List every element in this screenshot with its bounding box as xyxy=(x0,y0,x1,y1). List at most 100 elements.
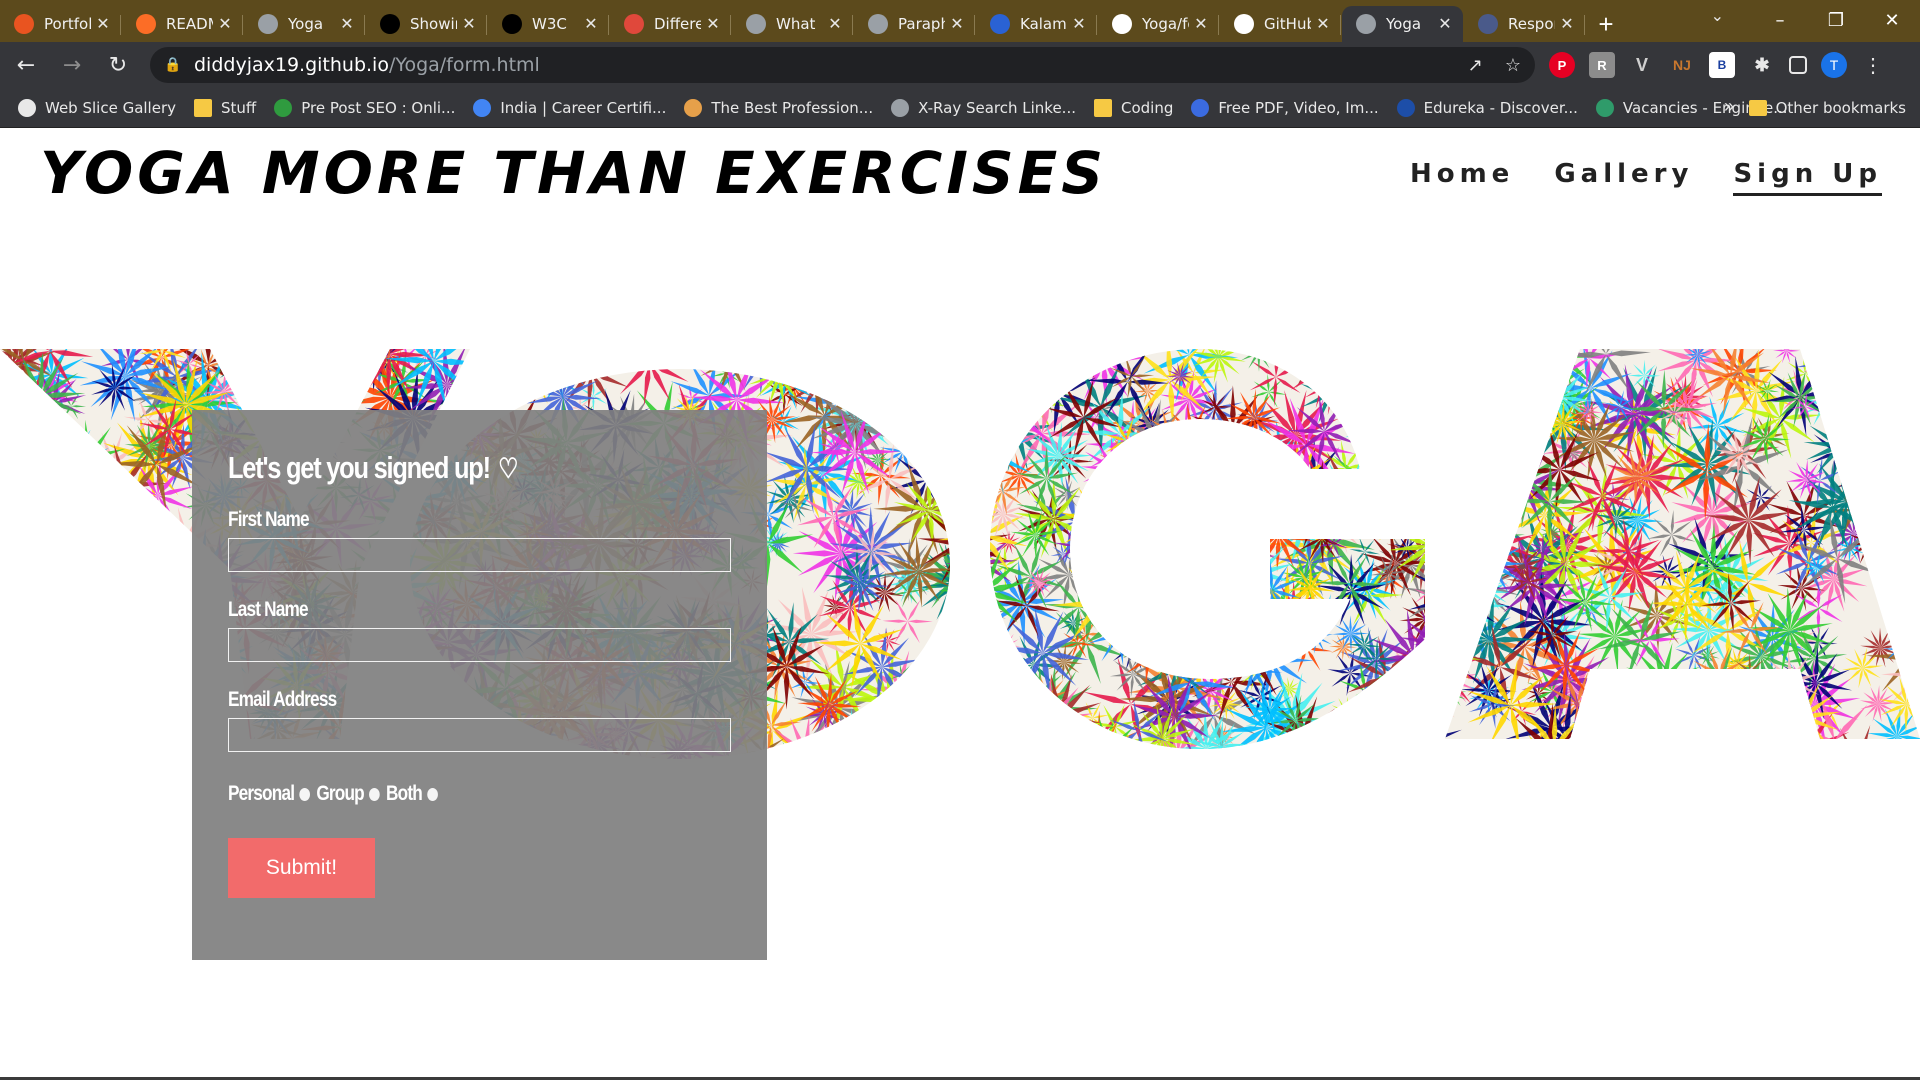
bookmark-favicon-icon xyxy=(684,98,703,117)
extension-icon[interactable]: R xyxy=(1589,52,1615,78)
browser-tab[interactable]: README✕ xyxy=(122,6,243,42)
share-icon[interactable]: ↗ xyxy=(1468,55,1483,76)
bookmark-label: X-Ray Search Linke... xyxy=(918,98,1076,117)
pinterest-extension-icon[interactable]: P xyxy=(1549,52,1575,78)
nav-sign-up[interactable]: Sign Up xyxy=(1733,159,1882,196)
close-window-button[interactable]: ✕ xyxy=(1864,0,1920,40)
folder-icon xyxy=(1093,98,1112,117)
browser-tab[interactable]: Responsive✕ xyxy=(1464,6,1585,42)
menu-kebab-icon[interactable]: ⋮ xyxy=(1863,53,1883,78)
differ-icon xyxy=(624,14,644,34)
bookmark-star-icon[interactable]: ☆ xyxy=(1505,55,1521,76)
both-radio[interactable] xyxy=(426,787,438,801)
browser-tab[interactable]: Paraphraser✕ xyxy=(854,6,975,42)
minimize-button[interactable]: – xyxy=(1752,0,1808,40)
extensions-puzzle-icon[interactable]: ✱ xyxy=(1749,52,1775,78)
first-name-input[interactable] xyxy=(228,538,731,572)
url-path: /Yoga/form.html xyxy=(388,54,540,76)
address-bar[interactable]: 🔒 diddyjax19.github.io/Yoga/form.html ↗ … xyxy=(150,47,1535,83)
submit-button[interactable]: Submit! xyxy=(228,838,375,898)
nj-extension-icon[interactable]: NJ xyxy=(1669,52,1695,78)
close-tab-icon[interactable]: ✕ xyxy=(1559,14,1575,34)
personal-radio[interactable] xyxy=(299,787,310,801)
globe-icon xyxy=(258,14,278,34)
bookmark-item[interactable]: The Best Profession... xyxy=(684,98,873,117)
site-title: YOGA MORE THAN EXERCISES xyxy=(40,139,1108,207)
close-tab-icon[interactable]: ✕ xyxy=(1437,14,1453,34)
close-tab-icon[interactable]: ✕ xyxy=(583,14,599,34)
other-bookmarks[interactable]: Other bookmarks xyxy=(1748,88,1906,128)
browser-tab[interactable]: Kalam ✕ xyxy=(976,6,1097,42)
group-radio[interactable] xyxy=(368,787,380,801)
bookmark-item[interactable]: Stuff xyxy=(194,98,256,117)
other-bookmarks-label: Other bookmarks xyxy=(1775,99,1906,117)
nav-gallery[interactable]: Gallery xyxy=(1554,159,1693,196)
last-name-label: Last Name xyxy=(228,598,309,621)
globe-icon xyxy=(1356,14,1376,34)
tab-title: W3C xyxy=(532,15,567,33)
openai-icon xyxy=(746,14,766,34)
bookmark-item[interactable]: Free PDF, Video, Im... xyxy=(1191,98,1379,117)
b-extension-icon[interactable]: B xyxy=(1709,52,1735,78)
bookmark-item[interactable]: India | Career Certifi... xyxy=(473,98,666,117)
close-tab-icon[interactable]: ✕ xyxy=(705,14,721,34)
new-tab-button[interactable]: + xyxy=(1586,6,1626,42)
bookmark-label: Edureka - Discover... xyxy=(1423,98,1578,117)
browser-tab[interactable]: GitHub ✕ xyxy=(1220,6,1341,42)
close-tab-icon[interactable]: ✕ xyxy=(827,14,843,34)
profile-avatar[interactable]: T xyxy=(1821,52,1847,78)
restore-button[interactable]: ❐ xyxy=(1808,0,1864,40)
window-controls: – ❐ ✕ xyxy=(1752,0,1920,40)
bookmark-label: Web Slice Gallery xyxy=(45,98,176,117)
reload-button[interactable]: ↻ xyxy=(98,45,138,85)
tab-title: What xyxy=(776,15,816,33)
close-tab-icon[interactable]: ✕ xyxy=(95,14,111,34)
signup-form-panel: Let's get you signed up! ♡ First Name La… xyxy=(192,410,767,960)
close-tab-icon[interactable]: ✕ xyxy=(339,14,355,34)
close-tab-icon[interactable]: ✕ xyxy=(1193,14,1209,34)
r-icon xyxy=(1478,14,1498,34)
bookmark-item[interactable]: Pre Post SEO : Onli... xyxy=(274,98,455,117)
tab-title: Responsive xyxy=(1508,15,1555,33)
bookmarks-overflow-button[interactable]: » xyxy=(1724,96,1734,117)
bookmark-list: Web Slice Gallery Stuff Pre Post SEO : Onl… xyxy=(0,98,1788,117)
bookmark-item[interactable]: X-Ray Search Linke... xyxy=(891,98,1076,117)
close-tab-icon[interactable]: ✕ xyxy=(1071,14,1087,34)
back-button[interactable]: ← xyxy=(6,45,46,85)
lock-icon[interactable]: 🔒 xyxy=(164,57,181,73)
kalam-icon xyxy=(990,14,1010,34)
nav-home[interactable]: Home xyxy=(1410,159,1514,196)
browser-tab[interactable]: Yoga/form✕ xyxy=(1098,6,1219,42)
browser-tab[interactable]: Yoga ✕ xyxy=(244,6,365,42)
tab-title: README xyxy=(166,15,213,33)
browser-toolbar: ← → ↻ 🔒 diddyjax19.github.io/Yoga/form.h… xyxy=(0,42,1920,88)
browser-tab[interactable]: Differences✕ xyxy=(610,6,731,42)
personal-label: Personal xyxy=(228,782,295,805)
tab-title: Kalam xyxy=(1020,15,1067,33)
browser-tab[interactable]: Yoga ✕ xyxy=(1342,6,1463,42)
bookmarks-bar: Web Slice Gallery Stuff Pre Post SEO : Onl… xyxy=(0,88,1920,128)
bookmark-item[interactable]: Edureka - Discover... xyxy=(1396,98,1578,117)
bookmark-favicon-icon xyxy=(1396,98,1415,117)
tab-search-icon[interactable]: ⌄ xyxy=(1711,6,1724,26)
close-tab-icon[interactable]: ✕ xyxy=(461,14,477,34)
browser-tab[interactable]: Showing✕ xyxy=(366,6,487,42)
close-tab-icon[interactable]: ✕ xyxy=(1315,14,1331,34)
vimeo-extension-icon[interactable]: V xyxy=(1629,52,1655,78)
forward-button[interactable]: → xyxy=(52,45,92,85)
last-name-input[interactable] xyxy=(228,628,731,662)
tab-title: Portfolio xyxy=(44,15,91,33)
side-panel-icon[interactable] xyxy=(1789,56,1807,74)
bookmark-favicon-icon xyxy=(274,98,293,117)
browser-tab[interactable]: What ✕ xyxy=(732,6,853,42)
browser-tab[interactable]: W3C ✕ xyxy=(488,6,609,42)
bookmark-favicon-icon xyxy=(1191,98,1210,117)
close-tab-icon[interactable]: ✕ xyxy=(217,14,233,34)
bookmark-item[interactable]: Coding xyxy=(1093,98,1173,117)
email-input[interactable] xyxy=(228,718,731,752)
close-tab-icon[interactable]: ✕ xyxy=(949,14,965,34)
url-host: diddyjax19.github.io xyxy=(194,54,389,76)
gitlab-icon xyxy=(136,14,156,34)
bookmark-item[interactable]: Web Slice Gallery xyxy=(18,98,176,117)
browser-tab[interactable]: Portfolio✕ xyxy=(0,6,121,42)
